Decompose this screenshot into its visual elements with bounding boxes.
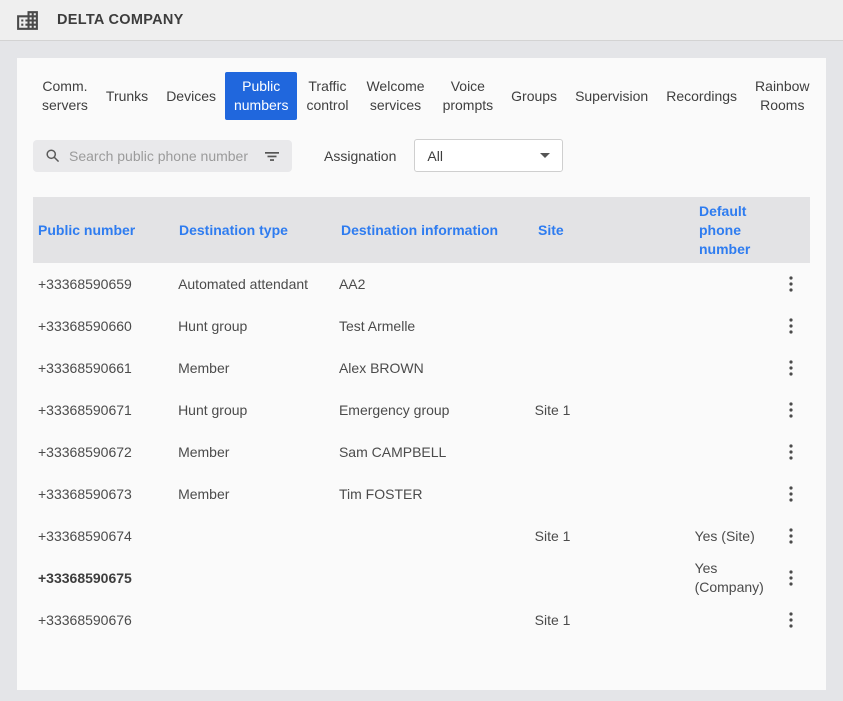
- cell-destination-information: Alex BROWN: [334, 359, 530, 378]
- cell-public-number: +33368590675: [33, 569, 173, 588]
- row-menu-button[interactable]: [780, 357, 802, 379]
- kebab-menu-icon: [789, 528, 793, 544]
- search-box[interactable]: [33, 140, 292, 172]
- cell-public-number: +33368590671: [33, 401, 173, 420]
- tab-comm-servers[interactable]: Comm. servers: [33, 72, 97, 120]
- kebab-menu-icon: [789, 360, 793, 376]
- cell-public-number: +33368590676: [33, 611, 173, 630]
- tab-traffic-control[interactable]: Traffic control: [297, 72, 357, 120]
- table-row[interactable]: +33368590674 Site 1 Yes (Site): [33, 515, 810, 557]
- row-menu-button[interactable]: [780, 399, 802, 421]
- cell-destination-information: Tim FOSTER: [334, 485, 530, 504]
- tab-public-numbers[interactable]: Public numbers: [225, 72, 297, 120]
- assignation-label: Assignation: [324, 148, 396, 164]
- cell-destination-type: Member: [173, 359, 334, 378]
- cell-destination-type: Hunt group: [173, 317, 334, 336]
- public-numbers-table: Public number Destination type Destinati…: [33, 197, 810, 641]
- cell-public-number: +33368590673: [33, 485, 173, 504]
- column-header-site[interactable]: Site: [533, 221, 694, 240]
- row-menu-button[interactable]: [780, 609, 802, 631]
- tab-recordings[interactable]: Recordings: [657, 72, 746, 120]
- kebab-menu-icon: [789, 276, 793, 292]
- kebab-menu-icon: [789, 444, 793, 460]
- row-menu-button[interactable]: [780, 483, 802, 505]
- cell-public-number: +33368590661: [33, 359, 173, 378]
- tab-welcome-services[interactable]: Welcome services: [357, 72, 433, 120]
- table-row[interactable]: +33368590660 Hunt group Test Armelle: [33, 305, 810, 347]
- tab-rainbow-rooms[interactable]: Rainbow Rooms: [746, 72, 818, 120]
- search-input[interactable]: [69, 148, 262, 164]
- tab-devices[interactable]: Devices: [157, 72, 225, 120]
- top-bar: DELTA COMPANY: [0, 0, 843, 41]
- cell-destination-information: Test Armelle: [334, 317, 530, 336]
- table-row[interactable]: +33368590671 Hunt group Emergency group …: [33, 389, 810, 431]
- kebab-menu-icon: [789, 570, 793, 586]
- company-name: DELTA COMPANY: [57, 12, 184, 28]
- cell-public-number: +33368590672: [33, 443, 173, 462]
- caret-down-icon: [540, 153, 550, 158]
- cell-default-phone-number: Yes (Company): [690, 559, 775, 597]
- row-menu-button[interactable]: [780, 567, 802, 589]
- kebab-menu-icon: [789, 318, 793, 334]
- table-header: Public number Destination type Destinati…: [33, 197, 810, 263]
- building-icon: [15, 8, 40, 33]
- column-header-destination-type[interactable]: Destination type: [174, 221, 336, 240]
- tab-supervision[interactable]: Supervision: [566, 72, 657, 120]
- tab-bar: Comm. servers Trunks Devices Public numb…: [33, 72, 810, 120]
- cell-public-number: +33368590660: [33, 317, 173, 336]
- cell-public-number: +33368590659: [33, 275, 173, 294]
- table-row[interactable]: +33368590676 Site 1: [33, 599, 810, 641]
- row-menu-button[interactable]: [780, 441, 802, 463]
- table-row[interactable]: +33368590675 Yes (Company): [33, 557, 810, 599]
- main-panel: Comm. servers Trunks Devices Public numb…: [17, 58, 826, 690]
- filter-button[interactable]: [262, 146, 282, 166]
- cell-destination-type: Member: [173, 443, 334, 462]
- kebab-menu-icon: [789, 486, 793, 502]
- tab-trunks[interactable]: Trunks: [97, 72, 157, 120]
- table-row[interactable]: +33368590659 Automated attendant AA2: [33, 263, 810, 305]
- table-row[interactable]: +33368590673 Member Tim FOSTER: [33, 473, 810, 515]
- table-row[interactable]: +33368590672 Member Sam CAMPBELL: [33, 431, 810, 473]
- column-header-public-number[interactable]: Public number: [33, 221, 174, 240]
- filter-row: Assignation All: [33, 139, 810, 172]
- cell-destination-information: Emergency group: [334, 401, 530, 420]
- column-header-default-phone-number[interactable]: Default phone number: [694, 202, 780, 259]
- tab-groups[interactable]: Groups: [502, 72, 566, 120]
- column-header-destination-information[interactable]: Destination information: [336, 221, 533, 240]
- cell-site: Site 1: [530, 527, 690, 546]
- assignation-selected-value: All: [427, 148, 443, 164]
- cell-destination-information: AA2: [334, 275, 530, 294]
- tab-voice-prompts[interactable]: Voice prompts: [434, 72, 503, 120]
- cell-public-number: +33368590674: [33, 527, 173, 546]
- kebab-menu-icon: [789, 612, 793, 628]
- filter-icon: [264, 148, 280, 164]
- cell-default-phone-number: Yes (Site): [690, 527, 775, 546]
- assignation-select[interactable]: All: [414, 139, 563, 172]
- cell-destination-type: Hunt group: [173, 401, 334, 420]
- row-menu-button[interactable]: [780, 525, 802, 547]
- cell-destination-type: Member: [173, 485, 334, 504]
- cell-site: Site 1: [530, 611, 690, 630]
- row-menu-button[interactable]: [780, 315, 802, 337]
- cell-site: Site 1: [530, 401, 690, 420]
- cell-destination-type: Automated attendant: [173, 275, 334, 294]
- table-row[interactable]: +33368590661 Member Alex BROWN: [33, 347, 810, 389]
- row-menu-button[interactable]: [780, 273, 802, 295]
- search-icon: [45, 148, 60, 163]
- kebab-menu-icon: [789, 402, 793, 418]
- cell-destination-information: Sam CAMPBELL: [334, 443, 530, 462]
